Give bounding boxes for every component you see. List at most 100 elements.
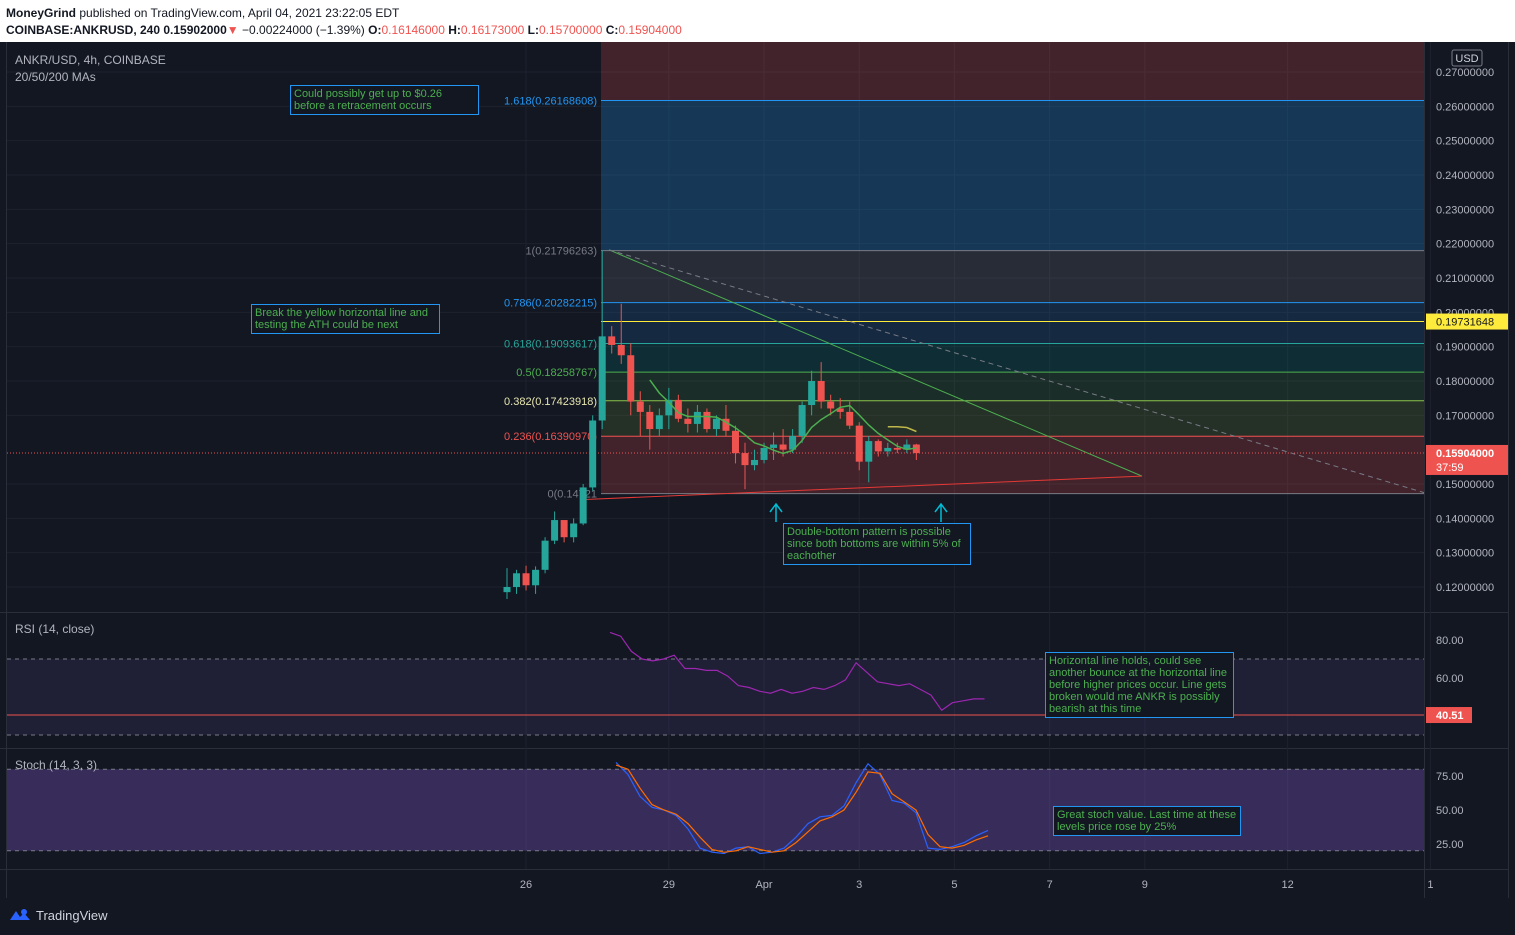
fib-level-label: 0.618(0.19093617) bbox=[504, 338, 597, 350]
stoch-axis-tick: 50.00 bbox=[1436, 805, 1464, 817]
symbol-line: COINBASE:ANKRUSD, 240 bbox=[6, 23, 161, 37]
candle-body bbox=[808, 381, 816, 406]
symbol-legend: ANKR/USD, 4h, COINBASE bbox=[15, 53, 166, 67]
candle-body bbox=[655, 415, 663, 430]
price-axis-tick: 0.27000000 bbox=[1436, 67, 1494, 79]
time-axis-tick: 3 bbox=[856, 879, 862, 891]
close-label: C: bbox=[605, 23, 619, 37]
footer-bar bbox=[0, 898, 1515, 935]
published-text: published on TradingView.com, April 04, … bbox=[79, 6, 400, 20]
candle-body bbox=[712, 418, 720, 430]
tradingview-logo[interactable]: TradingView bbox=[8, 907, 108, 923]
time-axis-tick: 7 bbox=[1047, 879, 1053, 891]
fib-level-label: 1.618(0.26168608) bbox=[504, 96, 597, 108]
candle-body bbox=[874, 441, 882, 452]
candle-body bbox=[893, 447, 901, 450]
price-axis-tick: 0.26000000 bbox=[1436, 101, 1494, 113]
low-label: L: bbox=[527, 23, 539, 37]
high-label: H: bbox=[448, 23, 461, 37]
time-axis-tick: 1 bbox=[1427, 879, 1433, 891]
fib-zone bbox=[601, 250, 1424, 303]
price-axis-tick: 0.17000000 bbox=[1436, 410, 1494, 422]
fib-zone bbox=[601, 343, 1424, 373]
rsi-legend: RSI (14, close) bbox=[15, 622, 95, 636]
price-axis-tick: 0.19000000 bbox=[1436, 342, 1494, 354]
publish-line: MoneyGrind published on TradingView.com,… bbox=[6, 6, 399, 20]
fib-level-label: 0.236(0.16390970) bbox=[504, 431, 597, 443]
fib-zone bbox=[601, 302, 1424, 344]
time-axis-tick: 9 bbox=[1142, 879, 1148, 891]
candle-body bbox=[779, 444, 787, 450]
candle-body bbox=[627, 355, 635, 402]
open-label: O: bbox=[368, 23, 382, 37]
time-axis-tick: 5 bbox=[951, 879, 957, 891]
note-target-026[interactable]: Could possibly get up to $0.26 before a … bbox=[290, 85, 479, 115]
price-axis-tick: 0.18000000 bbox=[1436, 376, 1494, 388]
candle-body bbox=[855, 425, 863, 462]
price-axis-tick: 0.14000000 bbox=[1436, 513, 1494, 525]
down-triangle-icon: ▼ bbox=[226, 23, 239, 37]
candle-body bbox=[608, 336, 616, 345]
currency-badge-label: USD bbox=[1455, 53, 1478, 65]
price-change: −0.00224000 (−1.39%) bbox=[242, 23, 365, 37]
price-axis-tick: 0.13000000 bbox=[1436, 548, 1494, 560]
author-name[interactable]: MoneyGrind bbox=[6, 6, 76, 20]
candle-body bbox=[503, 587, 511, 593]
candle-body bbox=[760, 447, 768, 460]
candle-body bbox=[827, 401, 835, 409]
tradingview-wordmark: TradingView bbox=[36, 907, 108, 923]
last-price-text: 0.15904000 bbox=[1436, 448, 1494, 460]
time-axis-tick: Apr bbox=[755, 879, 772, 891]
candle-body bbox=[589, 420, 597, 488]
candle-body bbox=[846, 411, 854, 426]
candle-body bbox=[560, 520, 568, 538]
candle-body bbox=[532, 569, 540, 586]
ohlc-line: COINBASE:ANKRUSD, 240 0.15902000▼ −0.002… bbox=[6, 23, 682, 37]
price-axis-tick: 0.12000000 bbox=[1436, 582, 1494, 594]
price-axis-tick: 0.21000000 bbox=[1436, 273, 1494, 285]
candle-body bbox=[751, 459, 759, 466]
chart-canvas[interactable]: 1.618(0.26168608) 1(0.21796263) 0.786(0.20… bbox=[0, 42, 1515, 898]
close-value: 0.15904000 bbox=[618, 23, 682, 37]
ma-legend: 20/50/200 MAs bbox=[15, 70, 96, 84]
candle-body bbox=[770, 444, 778, 448]
price-axis-tick: 0.24000000 bbox=[1436, 170, 1494, 182]
fib-zone bbox=[601, 400, 1424, 437]
candle-body bbox=[513, 573, 521, 587]
candle-body bbox=[817, 381, 825, 402]
price-axis-tick: 0.23000000 bbox=[1436, 204, 1494, 216]
fib-zone bbox=[601, 42, 1424, 101]
horizontal-line-price-text: 0.19731648 bbox=[1436, 317, 1494, 329]
fib-zone bbox=[601, 436, 1424, 494]
note-double-bottom[interactable]: Double-bottom pattern is possible since … bbox=[783, 523, 971, 565]
fib-zone bbox=[601, 100, 1424, 251]
candle-body bbox=[741, 453, 749, 466]
candle-body bbox=[598, 336, 606, 421]
price-axis-tick: 0.15000000 bbox=[1436, 479, 1494, 491]
rsi-axis-tick: 80.00 bbox=[1436, 635, 1464, 647]
price-axis-tick: 0.22000000 bbox=[1436, 239, 1494, 251]
note-ath-break[interactable]: Break the yellow horizontal line and tes… bbox=[251, 304, 440, 334]
fib-level-label: 0.382(0.17423918) bbox=[504, 396, 597, 408]
high-value: 0.16173000 bbox=[460, 23, 525, 37]
note-horizontal-line[interactable]: Horizontal line holds, could see another… bbox=[1045, 652, 1234, 718]
rsi-value-text: 40.51 bbox=[1436, 710, 1464, 722]
candle-body bbox=[570, 523, 578, 538]
time-axis-tick: 29 bbox=[663, 879, 675, 891]
candle-body bbox=[884, 447, 892, 452]
candle-body bbox=[731, 430, 739, 454]
time-axis-tick: 12 bbox=[1282, 879, 1294, 891]
candle-body bbox=[636, 401, 644, 412]
stoch-axis-tick: 25.00 bbox=[1436, 839, 1464, 851]
last-price: 0.15902000 bbox=[163, 23, 227, 37]
candle-body bbox=[703, 411, 711, 430]
fib-level-label: 0.786(0.20282215) bbox=[504, 298, 597, 310]
candle-body bbox=[865, 441, 873, 462]
note-stoch[interactable]: Great stoch value. Last time at these le… bbox=[1053, 806, 1241, 836]
stoch-legend: Stoch (14, 3, 3) bbox=[15, 758, 98, 772]
candle-body bbox=[551, 520, 559, 541]
fib-level-label: 0.5(0.18258767) bbox=[516, 367, 597, 379]
candle-body bbox=[522, 573, 530, 586]
candle-body bbox=[579, 487, 587, 524]
open-value: 0.16146000 bbox=[381, 23, 445, 37]
